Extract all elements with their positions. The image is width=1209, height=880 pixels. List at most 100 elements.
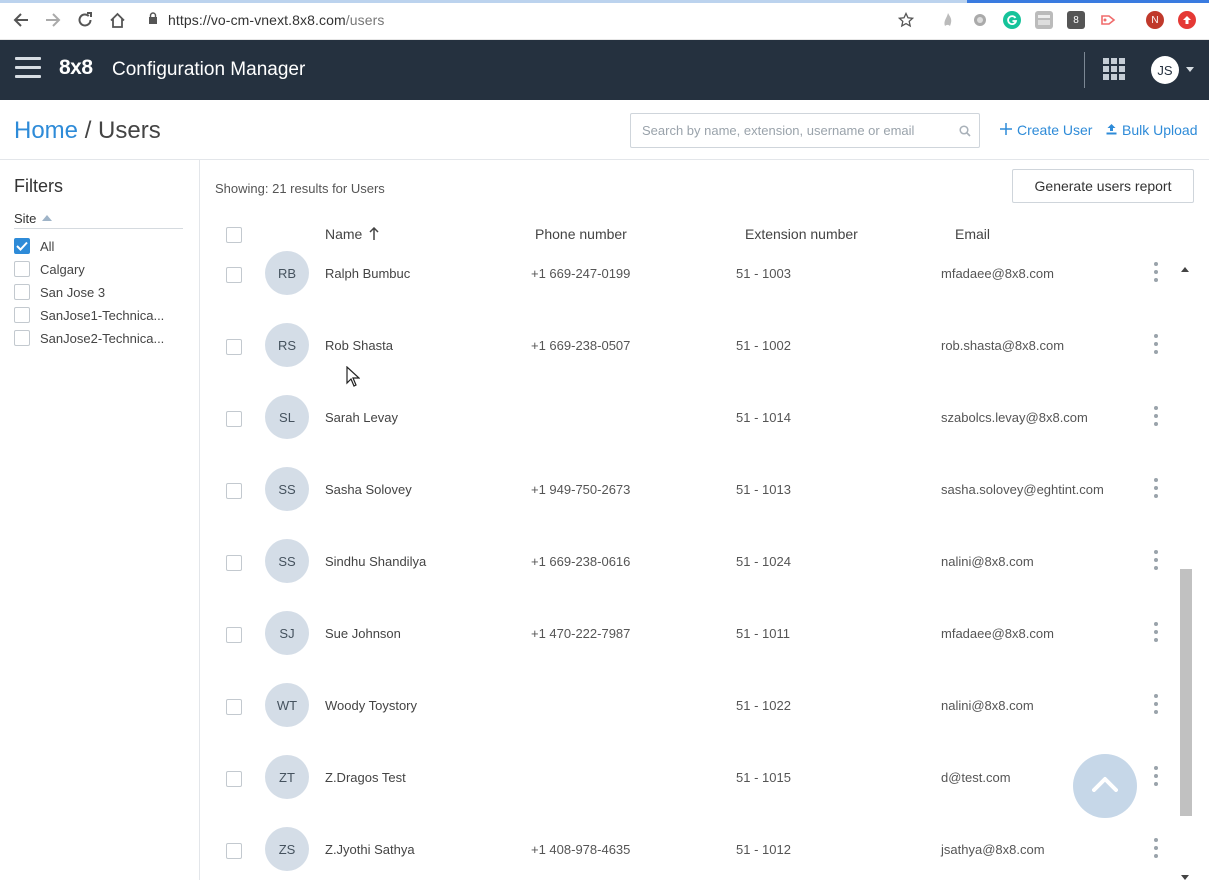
phone-number: +1 669-247-0199: [531, 266, 631, 281]
user-name[interactable]: Z.Dragos Test: [325, 770, 406, 785]
row-checkbox[interactable]: [226, 339, 242, 355]
extension-8-icon[interactable]: 8: [1067, 11, 1085, 29]
caret-down-icon[interactable]: [1186, 67, 1194, 72]
more-options-icon[interactable]: [1153, 550, 1159, 570]
browser-toolbar: https://vo-cm-vnext.8x8.com/users 8 N: [0, 0, 1209, 40]
filter-item-sanjose1[interactable]: SanJose1-Technica...: [14, 306, 164, 324]
scroll-down-arrow-icon[interactable]: [1181, 875, 1189, 880]
table-row[interactable]: ZS Z.Jyothi Sathya +1 408-978-4635 51 - …: [200, 813, 1176, 880]
home-icon[interactable]: [107, 10, 127, 30]
site-filter-header[interactable]: Site: [14, 211, 183, 229]
more-options-icon[interactable]: [1153, 838, 1159, 858]
forward-icon[interactable]: [43, 10, 63, 30]
breadcrumb-home[interactable]: Home: [14, 117, 78, 144]
more-options-icon[interactable]: [1153, 406, 1159, 426]
extension-number: 51 - 1003: [736, 266, 791, 281]
checkbox[interactable]: [14, 307, 30, 323]
user-avatar[interactable]: JS: [1151, 56, 1179, 84]
user-name[interactable]: Sasha Solovey: [325, 482, 412, 497]
user-name[interactable]: Sindhu Shandilya: [325, 554, 426, 569]
filter-item-label: Calgary: [40, 261, 85, 277]
table-row[interactable]: SS Sasha Solovey +1 949-750-2673 51 - 10…: [200, 453, 1176, 525]
row-checkbox[interactable]: [226, 267, 242, 283]
extension-number: 51 - 1015: [736, 770, 791, 785]
more-options-icon[interactable]: [1153, 694, 1159, 714]
avatar: SJ: [265, 611, 309, 655]
address-bar[interactable]: https://vo-cm-vnext.8x8.com/users: [148, 9, 385, 31]
extension-circle-icon[interactable]: [971, 11, 989, 29]
more-options-icon[interactable]: [1153, 334, 1159, 354]
bulk-upload-button[interactable]: Bulk Upload: [1106, 122, 1198, 138]
more-options-icon[interactable]: [1153, 622, 1159, 642]
row-checkbox[interactable]: [226, 699, 242, 715]
row-checkbox[interactable]: [226, 843, 242, 859]
column-header-email[interactable]: Email: [955, 226, 990, 242]
column-header-name-label: Name: [325, 226, 363, 242]
filter-item-all[interactable]: All: [14, 237, 54, 255]
search-icon[interactable]: [959, 124, 971, 142]
filter-item-san-jose-3[interactable]: San Jose 3: [14, 283, 105, 301]
email: nalini@8x8.com: [941, 554, 1034, 569]
table-row[interactable]: SJ Sue Johnson +1 470-222-7987 51 - 1011…: [200, 597, 1176, 669]
checkbox[interactable]: [14, 284, 30, 300]
more-options-icon[interactable]: [1153, 766, 1159, 786]
filter-item-sanjose2[interactable]: SanJose2-Technica...: [14, 329, 164, 347]
back-icon[interactable]: [11, 10, 31, 30]
row-checkbox[interactable]: [226, 483, 242, 499]
user-name[interactable]: Ralph Bumbuc: [325, 266, 410, 281]
url-host: https://vo-cm-vnext.8x8.com: [168, 12, 346, 28]
extension-upload-icon[interactable]: [1178, 11, 1196, 29]
brand-logo: 8x8: [59, 56, 93, 79]
column-header-name[interactable]: Name: [325, 226, 379, 242]
search-input[interactable]: [631, 114, 941, 147]
breadcrumb: Home / Users: [14, 117, 161, 145]
column-header-extension[interactable]: Extension number: [745, 226, 858, 242]
table-row[interactable]: RB Ralph Bumbuc +1 669-247-0199 51 - 100…: [200, 250, 1176, 309]
checkbox-checked[interactable]: [14, 238, 30, 254]
row-checkbox[interactable]: [226, 555, 242, 571]
row-checkbox[interactable]: [226, 627, 242, 643]
bulk-upload-label: Bulk Upload: [1122, 122, 1198, 138]
table-row[interactable]: ZT Z.Dragos Test 51 - 1015 d@test.com: [200, 741, 1176, 813]
sort-up-icon: [42, 215, 53, 221]
scroll-up-arrow-icon[interactable]: [1181, 267, 1189, 272]
more-options-icon[interactable]: [1153, 478, 1159, 498]
phone-number: +1 949-750-2673: [531, 482, 631, 497]
checkbox[interactable]: [14, 330, 30, 346]
email: jsathya@8x8.com: [941, 842, 1045, 857]
row-checkbox[interactable]: [226, 411, 242, 427]
search-box: [630, 113, 980, 148]
select-all-checkbox[interactable]: [226, 227, 242, 243]
table-row[interactable]: WT Woody Toystory 51 - 1022 nalini@8x8.c…: [200, 669, 1176, 741]
filter-item-label: SanJose1-Technica...: [40, 307, 165, 323]
bookmark-star-icon[interactable]: [897, 11, 915, 29]
user-name[interactable]: Rob Shasta: [325, 338, 393, 353]
table-row[interactable]: SS Sindhu Shandilya +1 669-238-0616 51 -…: [200, 525, 1176, 597]
user-name[interactable]: Sarah Levay: [325, 410, 398, 425]
user-name[interactable]: Woody Toystory: [325, 698, 417, 713]
back-to-top-button[interactable]: [1073, 754, 1137, 818]
reload-icon[interactable]: [75, 10, 95, 30]
user-name[interactable]: Sue Johnson: [325, 626, 401, 641]
user-name[interactable]: Z.Jyothi Sathya: [325, 842, 415, 857]
menu-icon[interactable]: [15, 57, 41, 81]
extension-8x8-gray-icon[interactable]: [1035, 11, 1053, 29]
column-header-phone[interactable]: Phone number: [535, 226, 627, 242]
chevron-up-icon: [1092, 776, 1118, 797]
filter-item-label: San Jose 3: [40, 284, 106, 300]
create-user-button[interactable]: Create User: [1000, 122, 1092, 138]
phone-number: +1 669-238-0507: [531, 338, 631, 353]
extension-flame-icon[interactable]: [939, 11, 957, 29]
app-grid-icon[interactable]: [1103, 58, 1125, 80]
scrollbar-thumb[interactable]: [1180, 569, 1192, 816]
checkbox[interactable]: [14, 261, 30, 277]
email: rob.shasta@8x8.com: [941, 338, 1065, 353]
grammarly-icon[interactable]: [1003, 11, 1021, 29]
row-checkbox[interactable]: [226, 771, 242, 787]
profile-avatar-icon[interactable]: N: [1146, 11, 1164, 29]
email: nalini@8x8.com: [941, 698, 1034, 713]
more-options-icon[interactable]: [1153, 262, 1159, 282]
generate-report-button[interactable]: Generate users report: [1012, 169, 1194, 203]
filter-item-calgary[interactable]: Calgary: [14, 260, 85, 278]
extension-arrow-icon[interactable]: [1099, 11, 1117, 29]
